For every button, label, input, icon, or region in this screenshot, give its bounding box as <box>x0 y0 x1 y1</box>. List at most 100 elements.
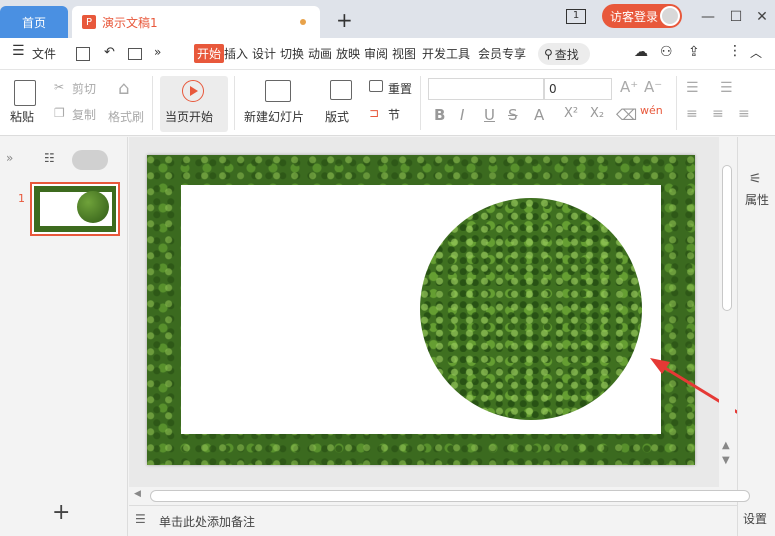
copy-icon[interactable]: ❐ <box>54 106 65 120</box>
new-slide-icon[interactable] <box>265 80 291 102</box>
avatar <box>660 6 680 26</box>
divider <box>676 76 677 130</box>
reset-label[interactable]: 重置 <box>388 80 412 97</box>
menu-slideshow[interactable]: 放映 <box>336 45 360 62</box>
notes-bar: ☰ 单击此处添加备注 <box>129 505 737 536</box>
paste-icon[interactable] <box>14 80 36 106</box>
superscript-button[interactable]: X² <box>564 106 578 121</box>
outline-view-icon[interactable]: ☷ <box>44 151 55 165</box>
hamburger-icon[interactable]: ☰ <box>12 43 25 59</box>
font-name-select[interactable] <box>428 78 544 100</box>
subscript-button[interactable]: X₂ <box>590 106 604 121</box>
grow-font-icon[interactable]: A⁺ <box>620 78 638 96</box>
print-icon[interactable] <box>128 48 142 60</box>
add-slide-button[interactable]: + <box>52 500 70 525</box>
close-button[interactable]: ✕ <box>748 6 775 28</box>
notes-icon: ☰ <box>135 512 146 526</box>
divider <box>234 76 235 130</box>
slide-view-toggle[interactable] <box>72 150 108 170</box>
underline-button[interactable]: U <box>484 106 495 124</box>
bold-button[interactable]: B <box>434 106 445 124</box>
cloud-icon[interactable]: ☁ <box>634 44 648 60</box>
maximize-button[interactable]: ☐ <box>722 6 750 28</box>
presentation-icon: P <box>82 15 96 29</box>
font-color-button[interactable]: A <box>534 106 544 124</box>
scroll-up-icon[interactable]: ▲ <box>722 440 730 451</box>
more-icon[interactable]: » <box>154 45 161 59</box>
menu-insert[interactable]: 插入 <box>224 45 248 62</box>
menu-design[interactable]: 设计 <box>252 45 276 62</box>
italic-button[interactable]: I <box>460 106 464 124</box>
properties-panel: ⚟ 属性 设置 <box>737 137 775 536</box>
title-bar: 首页 P 演示文稿1 + 1 访客登录 — ☐ ✕ <box>0 0 775 38</box>
new-tab-button[interactable]: + <box>336 8 353 32</box>
play-from-current-label: 当页开始 <box>165 110 214 124</box>
unsaved-dot <box>300 19 306 25</box>
cut-label[interactable]: 剪切 <box>72 80 96 97</box>
align-right-icon[interactable]: ≡ <box>738 106 750 122</box>
menu-member[interactable]: 会员专享 <box>478 45 526 62</box>
search-label: 查找 <box>554 47 579 62</box>
settings-label[interactable]: 设置 <box>743 510 767 527</box>
divider <box>420 76 421 130</box>
align-left-icon[interactable]: ≡ <box>686 106 698 122</box>
section-label[interactable]: 节 <box>388 106 400 123</box>
thumbnail-leaf-circle <box>77 191 109 223</box>
menu-transition[interactable]: 切换 <box>280 45 304 62</box>
collab-icon[interactable]: ⚇ <box>660 44 673 60</box>
document-title: 演示文稿1 <box>102 15 158 30</box>
slide-thumbnail[interactable] <box>30 182 120 236</box>
menu-bar: ☰ 文件 ↶ » 开始 插入 设计 切换 动画 放映 审阅 视图 开发工具 会员… <box>0 38 775 70</box>
tab-home[interactable]: 首页 <box>0 6 68 38</box>
thumbnail-background <box>34 186 116 232</box>
paste-label[interactable]: 粘贴 <box>10 108 34 125</box>
properties-label[interactable]: 属性 <box>745 191 769 208</box>
divider <box>152 76 153 130</box>
slide-number: 1 <box>18 192 25 205</box>
menu-start[interactable]: 开始 <box>194 44 225 63</box>
font-size-select[interactable]: 0 <box>544 78 612 100</box>
layout-label[interactable]: 版式 <box>325 108 349 125</box>
tab-document[interactable]: P 演示文稿1 <box>72 6 320 38</box>
menu-file[interactable]: 文件 <box>32 45 56 62</box>
menu-view[interactable]: 视图 <box>392 45 416 62</box>
share-icon[interactable]: ⇪ <box>688 44 700 60</box>
save-icon[interactable] <box>76 47 90 61</box>
login-label: 访客登录 <box>610 9 659 24</box>
bullet-list-icon[interactable]: ☰ <box>686 80 699 96</box>
reset-icon[interactable] <box>369 80 383 92</box>
collapse-panel-icon[interactable]: » <box>6 151 13 165</box>
format-painter-label[interactable]: 格式刷 <box>108 108 144 125</box>
page-count-icon[interactable]: 1 <box>566 9 586 24</box>
strike-button[interactable]: S <box>508 106 518 124</box>
search-box[interactable]: ⚲ 查找 <box>538 43 590 65</box>
copy-label[interactable]: 复制 <box>72 106 96 123</box>
notes-placeholder[interactable]: 单击此处添加备注 <box>159 513 255 530</box>
horizontal-scroll-thumb[interactable] <box>150 490 750 502</box>
cut-icon[interactable]: ✂ <box>54 80 64 94</box>
minimize-button[interactable]: — <box>694 6 722 28</box>
eraser-icon[interactable]: ⌫ <box>616 106 637 124</box>
layout-icon[interactable] <box>330 80 352 100</box>
new-slide-label[interactable]: 新建幻灯片 <box>244 108 304 125</box>
play-triangle <box>190 86 198 96</box>
menu-review[interactable]: 审阅 <box>364 45 388 62</box>
format-painter-icon[interactable]: ⌂ <box>118 78 129 99</box>
leaf-circle-picture[interactable] <box>420 198 642 420</box>
section-icon[interactable]: ⊐ <box>369 106 379 120</box>
kebab-icon[interactable]: ⋮ <box>728 43 742 59</box>
align-center-icon[interactable]: ≡ <box>712 106 724 122</box>
scroll-left-icon[interactable]: ◀ <box>134 489 141 499</box>
login-button[interactable]: 访客登录 <box>602 4 682 28</box>
undo-icon[interactable]: ↶ <box>104 45 115 60</box>
numbered-list-icon[interactable]: ☰ <box>720 80 733 96</box>
phonetic-button[interactable]: wén <box>640 104 663 117</box>
menu-animation[interactable]: 动画 <box>308 45 332 62</box>
collapse-ribbon-icon[interactable]: ︿ <box>750 44 762 61</box>
properties-icon[interactable]: ⚟ <box>749 171 762 187</box>
search-icon: ⚲ <box>544 47 553 61</box>
scroll-down-icon[interactable]: ▼ <box>722 455 730 466</box>
vertical-scroll-thumb[interactable] <box>722 165 732 311</box>
shrink-font-icon[interactable]: A⁻ <box>644 78 662 96</box>
menu-developer[interactable]: 开发工具 <box>422 45 470 62</box>
